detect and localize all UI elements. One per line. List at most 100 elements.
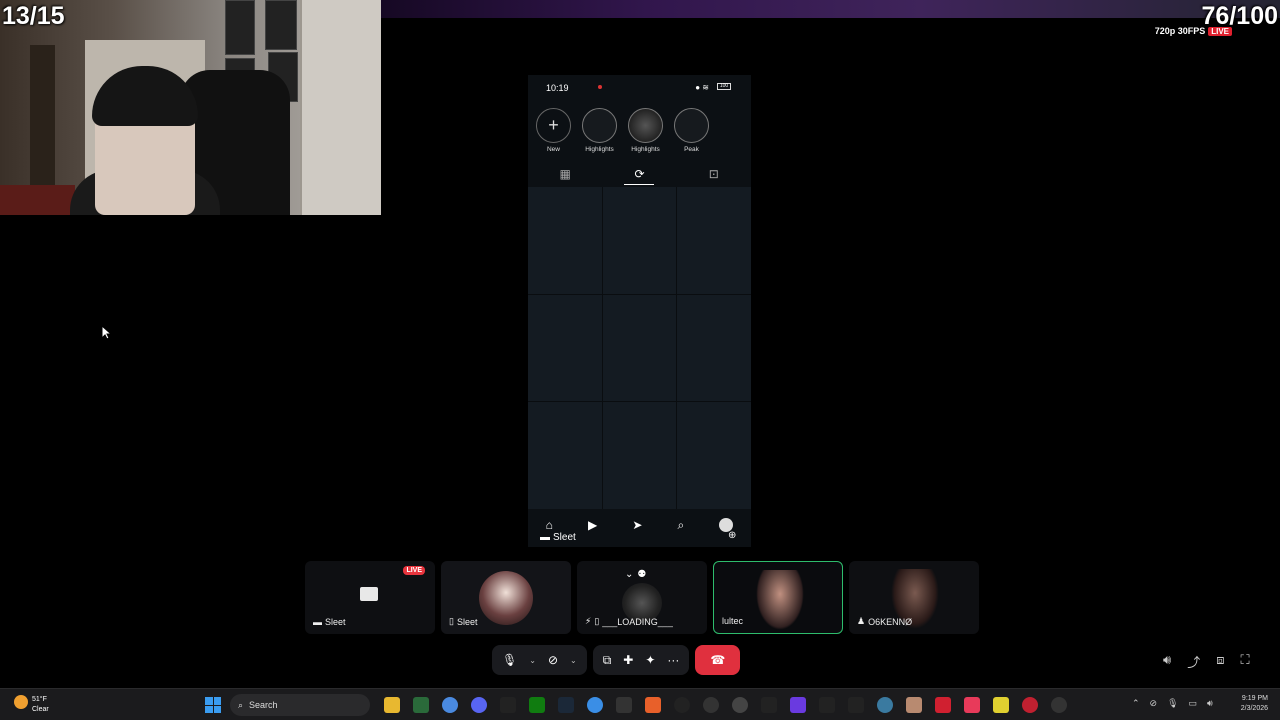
participant-tile[interactable]: ♟ O6KENNØ [849,561,979,634]
xbox-icon[interactable] [529,697,545,713]
activities-icon[interactable]: ✚ [623,653,633,667]
home-icon[interactable]: ⌂ [546,518,553,532]
app-icon[interactable] [790,697,806,713]
reels-icon[interactable]: ▶ [588,518,597,532]
zoom-icon[interactable]: ⊕ [728,530,738,541]
tagged-icon[interactable]: ⊡ [699,163,729,185]
post-thumbnail[interactable] [677,294,751,402]
chrome-icon[interactable] [442,697,458,713]
obs-icon[interactable] [674,697,690,713]
highlight-icon [674,108,709,143]
chevron-down-icon[interactable]: ⌄ [570,656,577,665]
post-thumbnail[interactable] [602,294,677,402]
search-icon[interactable]: ⌕ [678,518,685,533]
highlight-label: Highlights [585,146,614,153]
clock-date: 2/3/2026 [1240,705,1268,712]
app-icon[interactable] [935,697,951,713]
edge-icon[interactable] [877,697,893,713]
chevron-up-icon[interactable]: ⌃ [1132,698,1140,709]
browser-icon[interactable] [587,697,603,713]
profile-tabs: ▦ ⟳ ⊡ [528,163,751,185]
app-icon[interactable] [1051,697,1067,713]
call-controls: 🎙︎ ⌄ ⊘ ⌄ ⧉ ✚ ✦ ··· ☎ [492,645,741,675]
post-thumbnail[interactable] [677,187,751,294]
valorant-icon[interactable] [1022,697,1038,713]
participant-tile[interactable]: ▯ Sleet [441,561,571,634]
epic-games-icon[interactable] [500,697,516,713]
more-icon[interactable]: ··· [667,653,679,667]
weather-widget[interactable]: 51°F Clear [14,695,49,715]
app-icon[interactable] [761,697,777,713]
hang-up-icon: ☎ [710,653,726,667]
live-badge: LIVE [403,566,425,575]
participant-tile[interactable]: LIVE ▬ Sleet [305,561,435,634]
screen-share-owner-name: Sleet [553,532,576,543]
send-icon[interactable]: ➤ [632,518,642,532]
webcam-feed [0,0,381,215]
volume-icon[interactable]: 🔊︎ [1207,698,1213,709]
music-icon[interactable] [964,697,980,713]
participant-name: lultec [722,616,743,626]
volume-icon[interactable]: 🔊︎ [1163,652,1171,671]
participant-tile[interactable]: ⌄ ⚉ ⚡︎ ▯ ___LOADING___ [577,561,707,634]
app-icon[interactable] [993,697,1009,713]
participant-tile-speaking[interactable]: lultec [713,561,843,634]
post-thumbnail[interactable] [602,187,677,294]
discord-icon[interactable] [471,697,487,713]
post-thumbnail[interactable] [602,402,677,509]
settings-icon[interactable] [703,697,719,713]
screen-share-owner: ▬ Sleet [540,532,576,543]
app-icon[interactable] [906,697,922,713]
phone-time: 10:19 [546,83,569,93]
pip-icon[interactable]: ⧈ [1216,652,1224,671]
highlight-icon [628,108,663,143]
post-thumbnail[interactable] [677,402,751,509]
pop-out-icon[interactable]: ⤴ [1187,652,1200,671]
participant-tiles: LIVE ▬ Sleet ▯ Sleet ⌄ ⚉ ⚡︎ ▯ ___LOADING… [305,561,979,634]
post-thumbnail[interactable] [528,402,602,509]
chevron-down-icon[interactable]: ⌄ [625,569,633,580]
app-icon[interactable] [732,697,748,713]
screen-share-icon[interactable]: ⧉ [603,653,612,668]
post-thumbnail[interactable] [528,294,602,402]
start-button[interactable] [205,697,221,713]
post-grid [528,187,751,509]
av-controls: 🎙︎ ⌄ ⊘ ⌄ [492,645,587,675]
soundboard-icon[interactable]: ✦ [645,653,655,667]
user-add-icon[interactable]: ⚉ [637,569,646,580]
goal-counter-left: 13/15 [2,2,65,30]
capcut-icon[interactable] [819,697,835,713]
participant-name: ▬ Sleet [313,617,346,627]
store-icon[interactable] [413,697,429,713]
file-explorer-icon[interactable] [384,697,400,713]
highlight-new[interactable]: + New [536,108,571,153]
phone-status-bar: 10:19 ●︎ ≋ 100 [528,75,751,99]
participant-name-text: ___LOADING___ [602,616,673,627]
app-icon[interactable] [645,697,661,713]
highlight-item[interactable]: Peak [674,108,709,153]
network-icon[interactable]: ⊘ [1150,698,1158,709]
reels-icon[interactable]: ⟳ [624,163,655,185]
screen: 13/15 76/100 720p 30FPS LIVE 10:19 ●︎ ≋ … [0,0,1280,720]
minecraft-icon[interactable] [616,697,632,713]
game-icon: ♟ [857,616,866,626]
taskbar-search[interactable]: ⌕ Search [230,694,370,716]
highlight-item[interactable]: Highlights [628,108,663,153]
disconnect-button[interactable]: ☎ [695,645,741,675]
plus-icon: + [536,108,571,143]
fullscreen-icon[interactable]: ⛶ [1241,652,1250,671]
microphone-icon[interactable]: 🎙︎ [502,653,517,667]
app-icon[interactable] [848,697,864,713]
chevron-down-icon[interactable]: ⌄ [529,656,536,665]
camera-off-icon[interactable]: ⊘ [548,653,558,667]
activity-controls: ⧉ ✚ ✦ ··· [592,645,690,675]
weather-desc: Clear [32,706,49,713]
taskbar-clock[interactable]: 9:19 PM 2/3/2026 [1241,694,1268,714]
microphone-icon[interactable]: 🎙︎ [1167,698,1178,709]
phone-icon: ▯ [449,616,454,626]
steam-icon[interactable] [558,697,574,713]
grid-icon[interactable]: ▦ [550,163,580,185]
display-icon[interactable]: ▭ [1189,698,1198,709]
post-thumbnail[interactable] [528,187,602,294]
highlight-item[interactable]: Highlights [582,108,617,153]
